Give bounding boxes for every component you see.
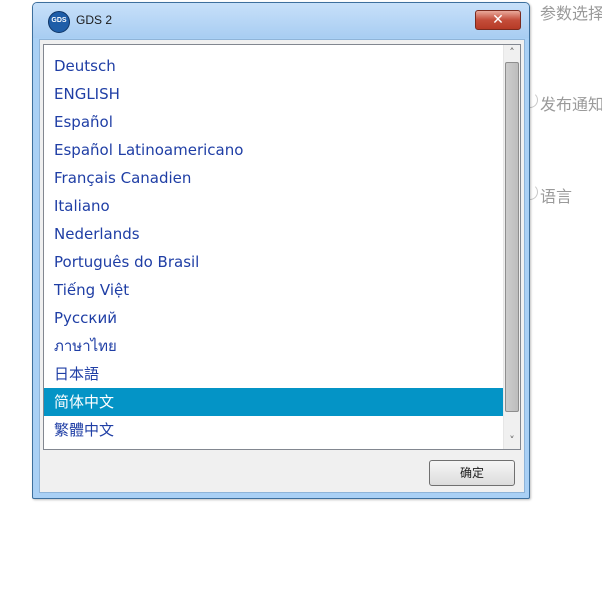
- ok-button[interactable]: 确定: [429, 460, 515, 486]
- language-list-item[interactable]: Français Canadien: [44, 164, 505, 192]
- gds-logo-icon: GDS: [48, 11, 70, 33]
- window-title: GDS 2: [76, 13, 113, 27]
- close-button[interactable]: ✕: [475, 10, 521, 30]
- language-list-item[interactable]: ENGLISH: [44, 80, 505, 108]
- app-icon-text: GDS: [51, 17, 67, 24]
- bg-menu-item-publish-notice[interactable]: 发布通知: [540, 91, 602, 115]
- chevron-up-icon[interactable]: ˄: [504, 45, 520, 61]
- language-list-item[interactable]: Español: [44, 108, 505, 136]
- language-list-item[interactable]: 简体中文: [44, 388, 505, 416]
- language-list-item[interactable]: Русский: [44, 304, 505, 332]
- language-list-item[interactable]: Español Latinoamericano: [44, 136, 505, 164]
- language-list-item[interactable]: Português do Brasil: [44, 248, 505, 276]
- chevron-down-icon[interactable]: ˅: [504, 433, 520, 449]
- language-dialog: GDS GDS 2 ✕ Deutsch ENGLISH Español Español…: [32, 2, 530, 499]
- language-listbox[interactable]: Deutsch ENGLISH Español Español Latinoameri…: [43, 44, 521, 450]
- vertical-scrollbar[interactable]: ˄ ˅: [503, 45, 520, 449]
- language-list-item[interactable]: Tiếng Việt: [44, 276, 505, 304]
- language-list-item[interactable]: 日本語: [44, 360, 505, 388]
- bg-menu-item-preferences[interactable]: 参数选择: [540, 0, 602, 24]
- dialog-client-area: Deutsch ENGLISH Español Español Latinoameri…: [39, 39, 525, 493]
- language-list-item[interactable]: ภาษาไทย: [44, 332, 505, 360]
- language-list: Deutsch ENGLISH Español Español Latinoameri…: [44, 52, 505, 449]
- language-list-item[interactable]: Deutsch: [44, 52, 505, 80]
- bg-menu-item-language[interactable]: 语言: [540, 183, 572, 207]
- language-list-item[interactable]: 한국어: [44, 444, 505, 449]
- close-icon: ✕: [492, 12, 504, 28]
- scroll-thumb[interactable]: [505, 62, 519, 412]
- title-bar[interactable]: GDS GDS 2 ✕: [33, 3, 529, 38]
- language-list-item[interactable]: Nederlands: [44, 220, 505, 248]
- language-list-item[interactable]: Italiano: [44, 192, 505, 220]
- language-list-item[interactable]: 繁體中文: [44, 416, 505, 444]
